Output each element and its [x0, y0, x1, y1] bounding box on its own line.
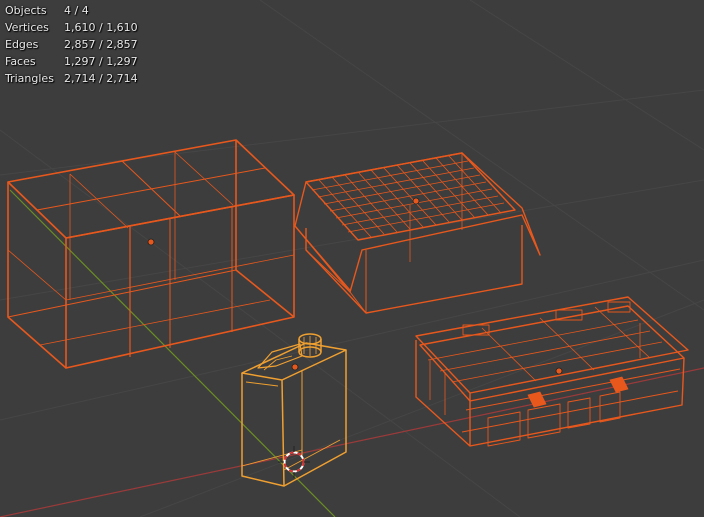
origin-point	[147, 238, 155, 246]
stat-value: 1,610 / 1,610	[64, 21, 138, 34]
origin-point	[555, 367, 563, 375]
stat-label: Triangles	[5, 72, 54, 85]
stat-objects: Objects 4 / 4	[5, 2, 138, 19]
stat-edges: Edges 2,857 / 2,857	[5, 36, 138, 53]
3d-viewport[interactable]: Objects 4 / 4 Vertices 1,610 / 1,610 Edg…	[0, 0, 704, 517]
object-jerry-can[interactable]	[241, 333, 347, 487]
stat-faces: Faces 1,297 / 1,297	[5, 53, 138, 70]
stat-label: Vertices	[5, 21, 49, 34]
object-tool-case[interactable]	[415, 296, 689, 447]
stat-value: 2,714 / 2,714	[64, 72, 138, 85]
stat-vertices: Vertices 1,610 / 1,610	[5, 19, 138, 36]
stat-label: Edges	[5, 38, 39, 51]
stat-value: 1,297 / 1,297	[64, 55, 138, 68]
scene-statistics-overlay: Objects 4 / 4 Vertices 1,610 / 1,610 Edg…	[5, 2, 138, 87]
stat-label: Objects	[5, 4, 47, 17]
stat-value: 4 / 4	[64, 4, 89, 17]
x-axis-line	[0, 367, 704, 517]
stat-value: 2,857 / 2,857	[64, 38, 138, 51]
stat-label: Faces	[5, 55, 36, 68]
object-roof-crate[interactable]	[294, 152, 541, 314]
object-cabinet-frame[interactable]	[7, 139, 295, 369]
origin-point	[291, 363, 299, 371]
stat-triangles: Triangles 2,714 / 2,714	[5, 70, 138, 87]
origin-point	[412, 197, 420, 205]
